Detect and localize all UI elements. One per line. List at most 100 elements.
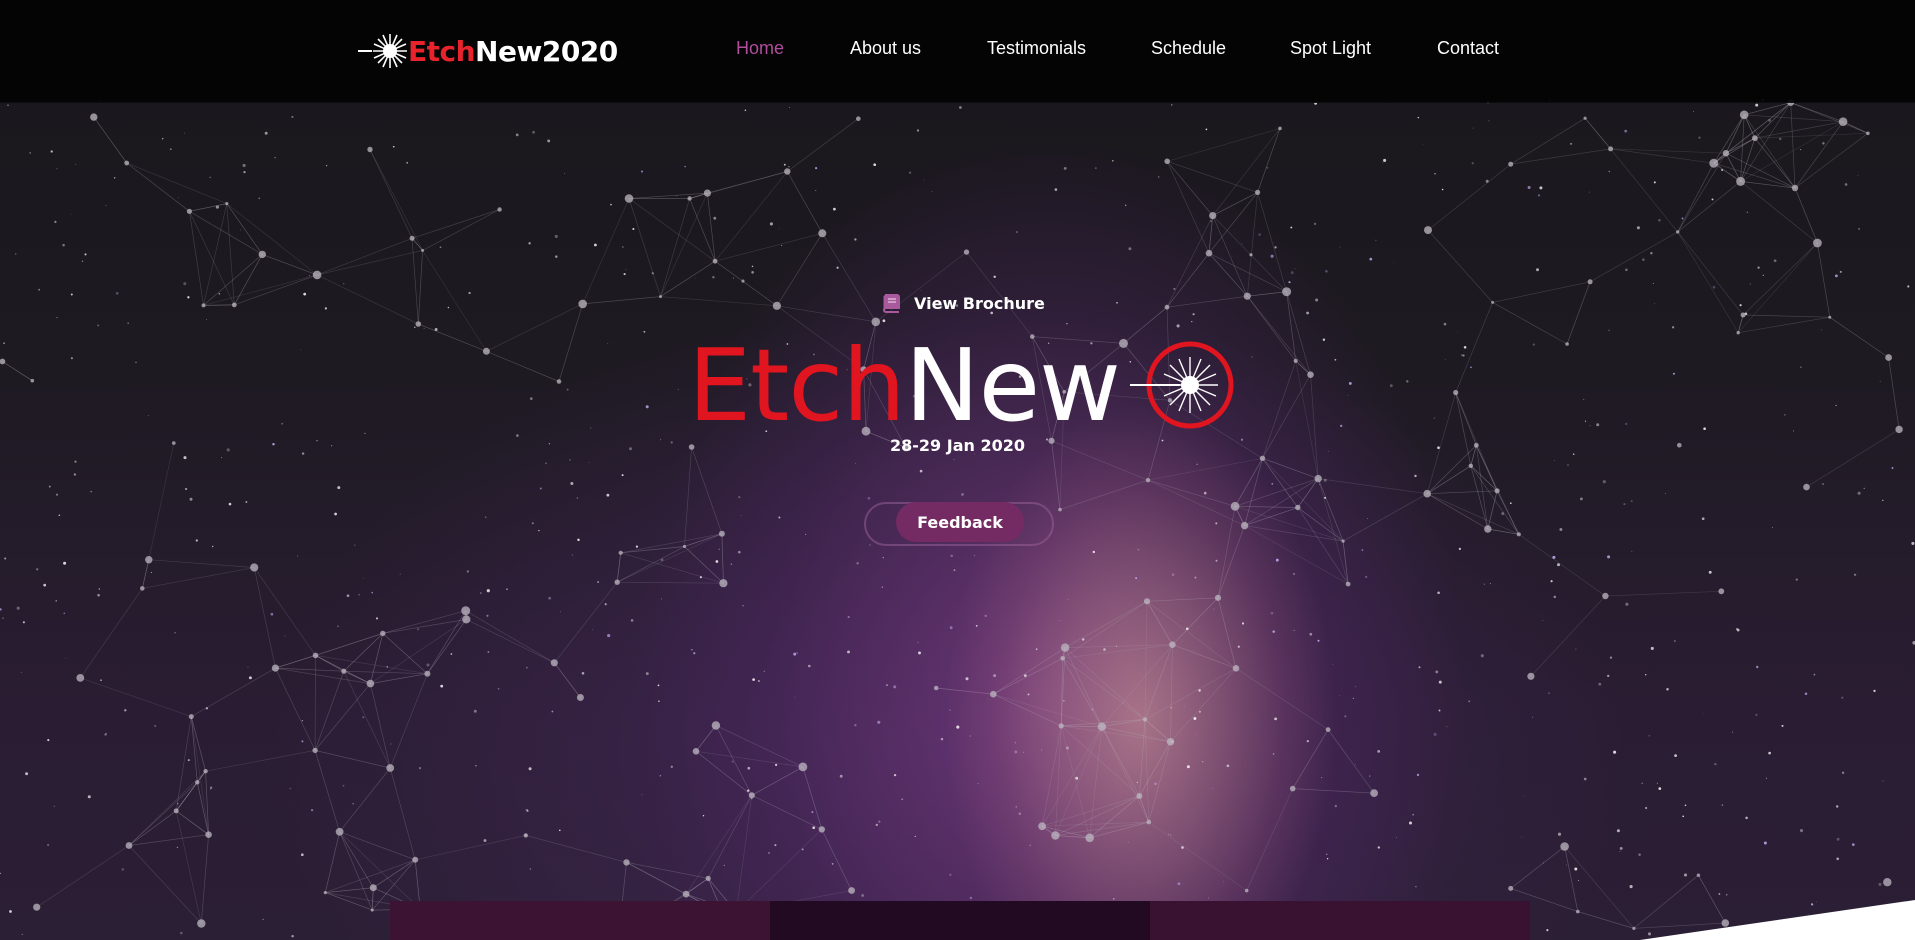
network-node — [578, 299, 587, 309]
network-link — [1577, 911, 1635, 929]
network-node — [231, 302, 237, 308]
network-link — [175, 716, 192, 811]
network-node — [682, 544, 687, 549]
network-link — [191, 667, 276, 717]
network-link — [324, 831, 340, 893]
network-node — [197, 919, 206, 928]
network-link — [80, 588, 143, 679]
network-link — [628, 198, 661, 297]
view-brochure-link[interactable]: View Brochure — [880, 292, 1045, 314]
feature-card-3 — [1150, 901, 1530, 940]
network-link — [936, 687, 994, 695]
network-node — [1282, 287, 1292, 297]
network-link — [1144, 601, 1148, 720]
network-link — [80, 677, 192, 717]
network-link — [735, 829, 823, 913]
network-link — [1292, 788, 1375, 794]
network-link — [620, 552, 724, 584]
event-title: Etch New — [688, 326, 1238, 444]
network-link — [1794, 133, 1869, 189]
network-link — [1146, 597, 1219, 602]
network-node — [659, 295, 662, 299]
network-link — [343, 671, 391, 769]
network-node — [195, 780, 200, 785]
network-node — [871, 317, 881, 327]
network-link — [1492, 281, 1591, 303]
network-link — [821, 829, 852, 891]
network-node — [1085, 833, 1094, 843]
nav-spot-light[interactable]: Spot Light — [1290, 38, 1371, 59]
network-link — [128, 845, 202, 924]
nav-testimonials[interactable]: Testimonials — [987, 38, 1086, 59]
network-link — [200, 834, 209, 924]
network-link — [411, 238, 419, 325]
network-link — [1101, 726, 1140, 797]
network-node — [1883, 878, 1892, 887]
network-link — [1101, 644, 1173, 727]
network-link — [1234, 478, 1319, 507]
network-link — [628, 192, 708, 199]
network-node — [1740, 312, 1746, 318]
network-link — [1244, 525, 1349, 585]
network-node — [1587, 279, 1593, 285]
network-link — [1829, 316, 1889, 358]
network-link — [373, 859, 416, 888]
network-link — [1677, 231, 1739, 333]
network-node — [1803, 483, 1810, 491]
network-link — [370, 619, 467, 684]
network-link — [382, 610, 466, 634]
network-node — [990, 690, 997, 698]
network-link — [558, 303, 584, 382]
network-link — [466, 619, 555, 664]
network-link — [382, 619, 467, 634]
network-link — [339, 831, 373, 911]
network-link — [417, 250, 423, 325]
network-link — [189, 210, 263, 255]
nav-about-us[interactable]: About us — [850, 38, 921, 59]
network-link — [1059, 479, 1149, 510]
network-node — [1508, 885, 1514, 891]
network-node — [1576, 909, 1580, 914]
network-node — [1718, 588, 1725, 595]
network-link — [714, 171, 788, 262]
nav-home[interactable]: Home — [736, 38, 784, 59]
network-node — [323, 891, 327, 895]
constellation-network — [0, 99, 1915, 940]
network-link — [1286, 291, 1311, 375]
network-link — [1510, 846, 1565, 889]
network-link — [1217, 525, 1245, 598]
network-node — [1468, 463, 1474, 468]
nav-contact[interactable]: Contact — [1437, 38, 1499, 59]
network-node — [1736, 176, 1746, 186]
network-link — [1292, 729, 1329, 789]
network-link — [1754, 137, 1796, 189]
nav-schedule[interactable]: Schedule — [1151, 38, 1226, 59]
network-link — [1172, 644, 1237, 669]
network-link — [617, 533, 723, 583]
network-link — [1262, 458, 1299, 508]
network-link — [389, 767, 416, 860]
network-node — [386, 764, 395, 772]
network-node — [1508, 161, 1514, 167]
network-link — [1584, 117, 1611, 150]
network-link — [1148, 741, 1171, 823]
network-node — [271, 664, 279, 672]
network-link — [1518, 534, 1606, 597]
network-link — [226, 203, 263, 255]
network-node — [1164, 158, 1170, 165]
network-link — [1061, 725, 1171, 743]
network-node — [1696, 873, 1701, 877]
network-link — [1167, 160, 1258, 193]
network-link — [1295, 360, 1319, 479]
network-link — [1742, 242, 1818, 316]
network-node — [415, 321, 422, 327]
network-link — [1297, 478, 1319, 508]
network-node — [719, 579, 728, 588]
network-link — [617, 581, 724, 584]
network-link — [1262, 457, 1319, 479]
network-link — [684, 446, 692, 547]
network-node — [624, 194, 634, 203]
feedback-button[interactable]: Feedback — [896, 502, 1024, 542]
network-link — [554, 581, 618, 664]
network-link — [1101, 719, 1146, 728]
